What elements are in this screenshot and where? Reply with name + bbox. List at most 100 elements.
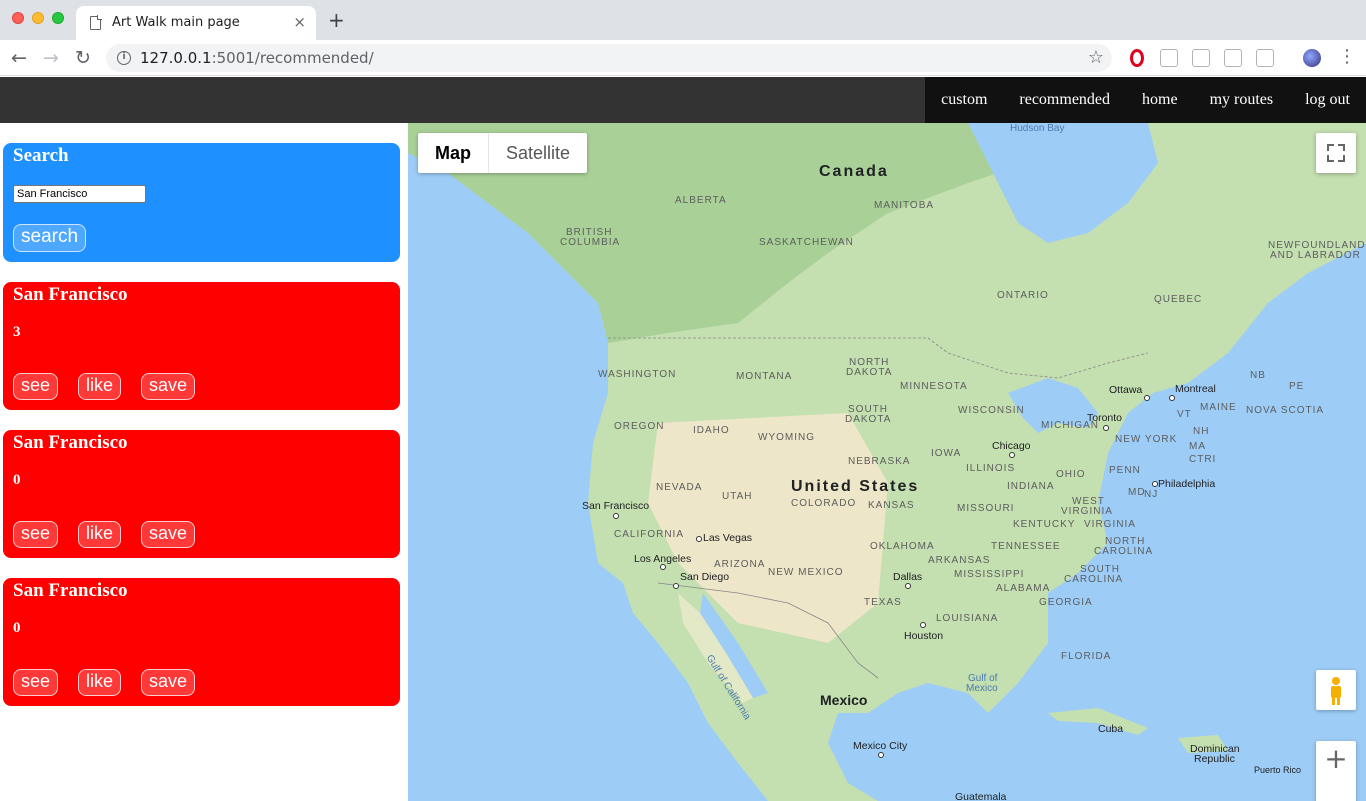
map-label: SASKATCHEWAN	[759, 237, 854, 248]
map-label: DAKOTA	[846, 367, 893, 378]
map-label: ALABAMA	[996, 583, 1051, 594]
map-label: Hudson Bay	[1010, 123, 1065, 134]
map-label: ONTARIO	[997, 290, 1049, 301]
forward-arrow-icon[interactable]: →	[38, 45, 64, 71]
search-input[interactable]	[13, 185, 146, 203]
map-label: Montreal	[1175, 383, 1216, 395]
maximize-window-button[interactable]	[52, 12, 64, 24]
map-type-satellite-button[interactable]: Satellite	[489, 133, 587, 173]
map-label: NB	[1250, 370, 1266, 381]
route-like-count: 3	[13, 324, 21, 340]
map-label: NEW YORK	[1115, 434, 1178, 445]
close-window-button[interactable]	[12, 12, 24, 24]
route-title: San Francisco	[13, 580, 128, 601]
nav-link-log-out[interactable]: log out	[1289, 77, 1366, 123]
nav-link-home[interactable]: home	[1126, 77, 1194, 123]
back-arrow-icon[interactable]: ←	[6, 45, 32, 71]
see-button[interactable]: see	[13, 669, 59, 696]
opera-extension-icon[interactable]	[1130, 49, 1144, 67]
extension-icon[interactable]	[1256, 49, 1274, 67]
google-map[interactable]: Map Satellite Hudson Bay Canada ALBERTA …	[408, 123, 1366, 801]
map-label: MAINE	[1200, 402, 1237, 413]
nav-link-recommended[interactable]: recommended	[1003, 77, 1126, 123]
map-label: PENN	[1109, 465, 1141, 476]
route-title: San Francisco	[13, 284, 128, 305]
map-label: ARKANSAS	[928, 555, 991, 566]
profile-avatar[interactable]	[1303, 49, 1321, 67]
street-view-pegman-button[interactable]	[1316, 670, 1356, 710]
fullscreen-button[interactable]	[1316, 133, 1356, 173]
nav-link-custom[interactable]: custom	[925, 77, 1003, 123]
map-label: WYOMING	[758, 432, 815, 443]
browser-tab[interactable]: Art Walk main page ×	[76, 6, 316, 40]
map-label: CAROLINA	[1094, 546, 1154, 557]
extension-icon[interactable]	[1192, 49, 1210, 67]
url-text[interactable]: 127.0.0.1:5001/recommended/	[140, 49, 374, 67]
map-label: DAKOTA	[845, 414, 892, 425]
city-marker	[613, 513, 619, 519]
map-label: PE	[1289, 381, 1305, 392]
save-button[interactable]: save	[141, 521, 196, 548]
map-label: NOVA SCOTIA	[1246, 405, 1325, 416]
route-card: San Francisco 0 see like save	[3, 430, 400, 558]
browser-titlebar: Art Walk main page × +	[0, 0, 1366, 40]
map-label: San Diego	[680, 571, 730, 583]
map-label: NJ	[1144, 489, 1159, 500]
map-label: Guatemala	[955, 791, 1007, 801]
nav-link-my-routes[interactable]: my routes	[1194, 77, 1290, 123]
map-label: Las Vegas	[703, 532, 753, 544]
map-label: CALIFORNIA	[614, 529, 685, 540]
route-actions: see like save	[13, 669, 196, 696]
see-button[interactable]: see	[13, 373, 59, 400]
route-like-count: 0	[13, 472, 21, 488]
map-type-map-button[interactable]: Map	[418, 133, 489, 173]
map-label: WISCONSIN	[958, 405, 1025, 416]
map-label: OKLAHOMA	[870, 541, 935, 552]
map-label: COLUMBIA	[560, 237, 621, 248]
tab-close-icon[interactable]: ×	[293, 13, 306, 31]
map-label: Houston	[904, 630, 944, 642]
map-label: ARIZONA	[714, 559, 766, 570]
map-label: Ottawa	[1109, 384, 1143, 396]
map-label: COLORADO	[791, 498, 857, 509]
map-label: CTRI	[1189, 454, 1217, 465]
extension-icon[interactable]	[1160, 49, 1178, 67]
more-menu-icon[interactable]: ⋮	[1338, 46, 1356, 67]
map-label: UTAH	[722, 491, 753, 502]
map-label: United States	[791, 478, 920, 495]
city-marker	[1009, 452, 1015, 458]
map-label: Dallas	[893, 571, 923, 583]
reload-icon[interactable]: ↻	[70, 45, 96, 71]
save-button[interactable]: save	[141, 373, 196, 400]
like-button[interactable]: like	[78, 669, 122, 696]
like-button[interactable]: like	[78, 521, 122, 548]
map-label: AND LABRADOR	[1270, 250, 1361, 261]
route-title: San Francisco	[13, 432, 128, 453]
map-label: OHIO	[1056, 469, 1086, 480]
see-button[interactable]: see	[13, 521, 59, 548]
search-button[interactable]: search	[13, 224, 87, 252]
city-marker	[878, 752, 884, 758]
minimize-window-button[interactable]	[32, 12, 44, 24]
city-marker	[920, 622, 926, 628]
save-button[interactable]: save	[141, 669, 196, 696]
map-label: WASHINGTON	[598, 369, 677, 380]
map-label: FLORIDA	[1061, 651, 1112, 662]
map-label: Canada	[819, 163, 889, 180]
browser-toolbar: ← → ↻ i 127.0.0.1:5001/recommended/ ☆ ⋮	[0, 40, 1366, 76]
zoom-in-button[interactable]: +	[1316, 743, 1356, 775]
map-label: LOUISIANA	[936, 613, 999, 624]
new-tab-button[interactable]: +	[328, 9, 345, 31]
info-icon[interactable]: i	[117, 51, 131, 65]
map-label: VIRGINIA	[1061, 506, 1113, 517]
address-bar[interactable]: i 127.0.0.1:5001/recommended/ ☆	[106, 44, 1112, 72]
bookmark-star-icon[interactable]: ☆	[1088, 47, 1104, 68]
map-label: San Francisco	[582, 500, 650, 512]
map-label: Mexico City	[853, 740, 908, 752]
like-button[interactable]: like	[78, 373, 122, 400]
extension-icon[interactable]	[1224, 49, 1242, 67]
zoom-control: +	[1316, 741, 1356, 801]
pegman-icon	[1331, 677, 1341, 705]
map-label: Philadelphia	[1158, 478, 1216, 490]
site-navbar: custom recommended home my routes log ou…	[0, 77, 1366, 123]
